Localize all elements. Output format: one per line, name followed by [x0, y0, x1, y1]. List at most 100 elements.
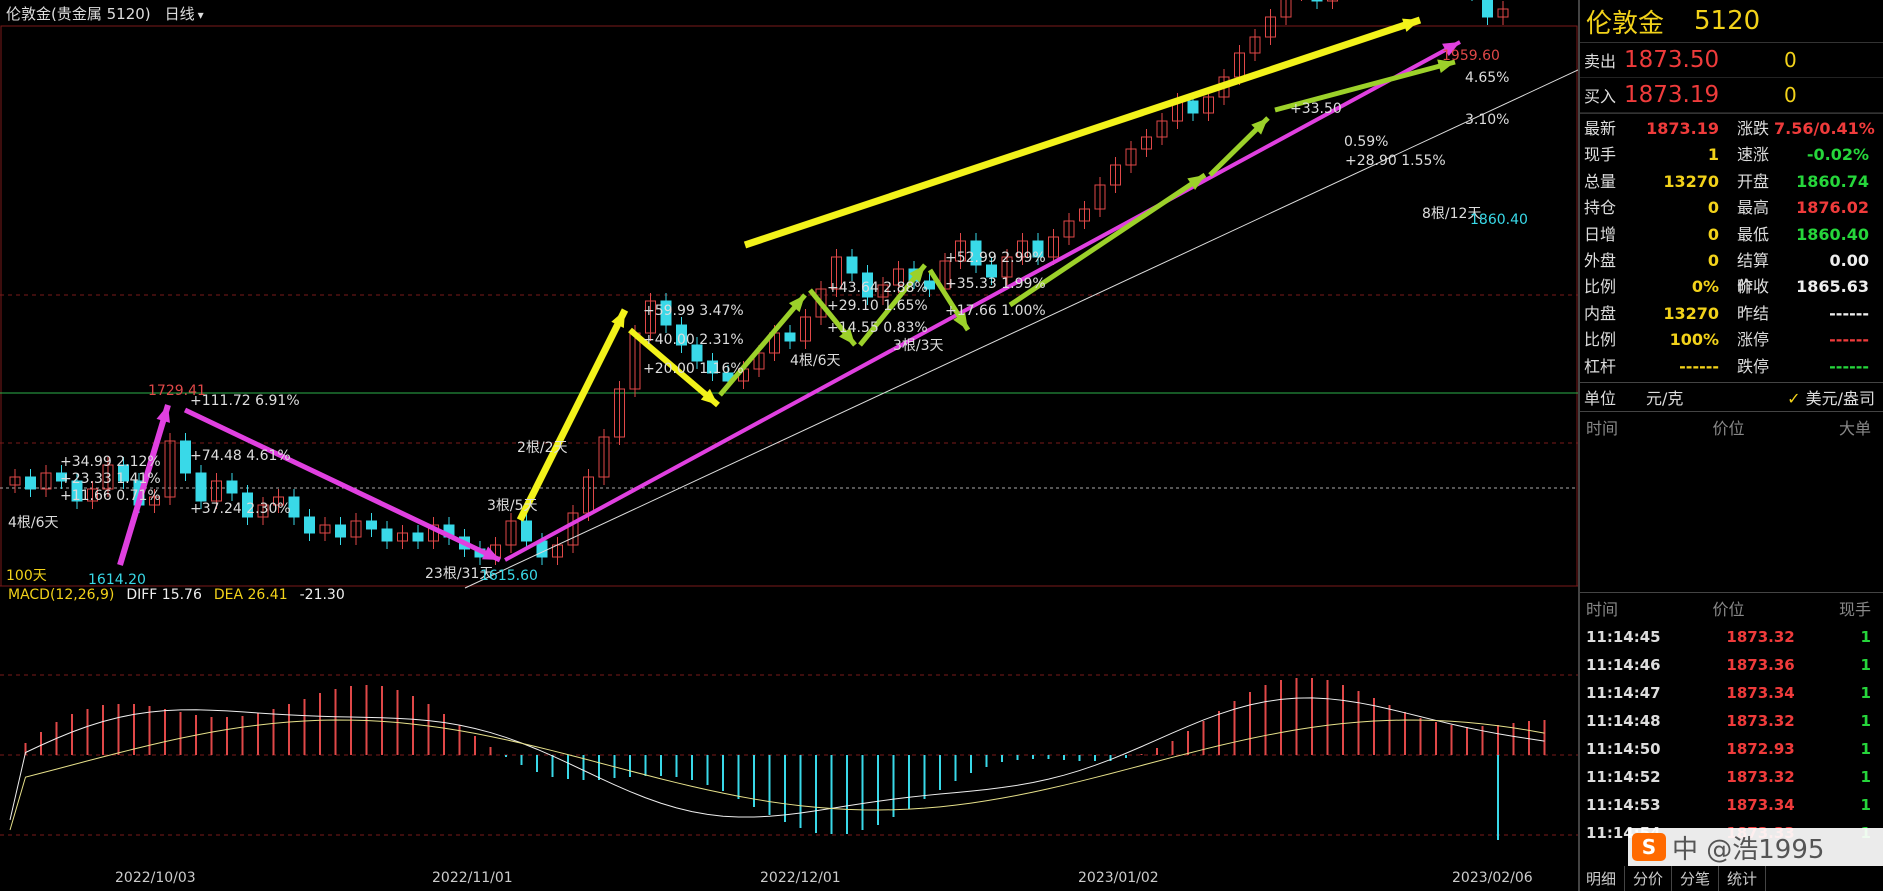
- quote-code: 5120: [1694, 6, 1761, 36]
- macd-diff-line: [9, 697, 1545, 821]
- field-value: 1865.63: [1796, 277, 1869, 297]
- annotation-label: +34.99 2.12%: [60, 454, 161, 470]
- tick-time: 11:14:48: [1586, 711, 1661, 730]
- candle: [381, 528, 393, 542]
- price-level-label: 1614.20: [88, 572, 146, 588]
- buy-price: 1873.19: [1624, 82, 1720, 108]
- field-value: 1876.02: [1796, 198, 1869, 218]
- field-value: 7.56/0.41%: [1774, 119, 1875, 138]
- annotation-label: +17.66 1.00%: [945, 303, 1046, 319]
- annotation-label: 2根/2天: [517, 440, 568, 456]
- tick-price: 1873.32: [1726, 767, 1795, 786]
- candle: [846, 256, 858, 274]
- price-level-label: 1959.60: [1442, 48, 1500, 64]
- kline-chart[interactable]: +111.72 6.91% +74.48 4.61% +37.24 2.30% +34…: [0, 0, 1578, 891]
- field-value: 0: [1707, 250, 1719, 270]
- annotation-label: +111.72 6.91%: [190, 393, 300, 409]
- field-value: 0%: [1691, 277, 1719, 297]
- field-value: 13270: [1663, 303, 1719, 323]
- annotation-label: +59.99 3.47%: [643, 303, 744, 319]
- field-label: 开盘: [1737, 171, 1770, 191]
- big-h-time: 时间: [1586, 418, 1619, 438]
- sell-qty: 0: [1784, 48, 1797, 72]
- candle: [412, 532, 424, 542]
- tab-tick[interactable]: 分笔: [1672, 866, 1720, 891]
- field-value: 1860.74: [1796, 171, 1869, 191]
- x-label-5: 2023/02/06: [1452, 870, 1533, 886]
- unit-option-checkbox[interactable]: ✓ 美元/盎司: [1787, 385, 1875, 409]
- tick-row: 11:14:48 1873.32 1: [1580, 707, 1883, 735]
- buy-row: 买入 1873.19 0: [1580, 78, 1883, 113]
- sell-label: 卖出: [1584, 52, 1617, 71]
- instrument-title: 伦敦金(贵金属 5120): [6, 4, 151, 23]
- tick-price: 1872.93: [1726, 739, 1795, 758]
- field-label: 外盘: [1584, 250, 1617, 270]
- period-label: 100天: [6, 568, 47, 584]
- macd-diff: DIFF 15.76: [126, 587, 202, 603]
- trend-arrow-head: [156, 405, 170, 423]
- field-label: 最新: [1584, 119, 1617, 138]
- field-value: 1: [1707, 145, 1719, 165]
- big-order-header: 时间 价位 大单: [1580, 412, 1883, 442]
- big-h-price: 价位: [1712, 418, 1745, 438]
- annotation-label: +43.64 2.88%: [827, 280, 928, 296]
- annotation-label: 3.10%: [1465, 112, 1509, 128]
- tick-list[interactable]: 时间 价位 现手 11:14:45 1873.32 1 11:14:46 1873.36…: [1580, 591, 1883, 847]
- tab-stats[interactable]: 统计: [1719, 866, 1767, 891]
- field-label: 最低: [1737, 224, 1770, 244]
- tab-price[interactable]: 分价: [1625, 866, 1673, 891]
- watermark-text: 中 @浩1995: [1672, 834, 1825, 865]
- field-label: 日增: [1584, 224, 1617, 244]
- price-level-label: 1729.41: [148, 383, 206, 399]
- candle: [521, 520, 532, 542]
- tick-row: 11:14:47 1873.34 1: [1580, 679, 1883, 707]
- macd-legend: MACD(12,26,9) DIFF 15.76 DEA 26.41 -21.3…: [8, 587, 345, 603]
- period-dropdown[interactable]: 日线: [165, 3, 204, 24]
- macd-title[interactable]: MACD(12,26,9): [8, 587, 114, 603]
- sell-price: 1873.50: [1624, 47, 1720, 73]
- field-value: ------: [1829, 330, 1869, 350]
- annotation-label: 4根/6天: [8, 515, 59, 531]
- tick-row: 11:14:52 1873.32 1: [1580, 763, 1883, 791]
- tick-price: 1873.32: [1726, 627, 1795, 646]
- field-label: 现手: [1584, 145, 1617, 165]
- field-label: 杠杆: [1584, 356, 1617, 376]
- buy-label: 买入: [1584, 87, 1617, 106]
- unit-label: 单位: [1584, 388, 1617, 408]
- annotation-label: 4.65%: [1465, 70, 1509, 86]
- annotation-label: +37.24 2.30%: [190, 501, 291, 517]
- watermark-logo: S: [1632, 833, 1666, 861]
- tick-time: 11:14:46: [1586, 655, 1661, 674]
- tick-qty: 1: [1860, 627, 1871, 646]
- annotation-label: 3根/5天: [487, 498, 538, 514]
- tick-row: 11:14:53 1873.34 1: [1580, 791, 1883, 819]
- macd-dea: DEA 26.41: [213, 587, 288, 603]
- macd-value: -21.30: [299, 587, 345, 603]
- tick-price: 1873.32: [1726, 711, 1795, 730]
- candle: [25, 476, 36, 490]
- field-label: 内盘: [1584, 303, 1617, 323]
- macd-dea-line: [9, 719, 1545, 831]
- tick-time: 11:14:45: [1586, 627, 1661, 646]
- field-label: 涨跌: [1737, 119, 1770, 138]
- buy-qty: 0: [1784, 83, 1797, 107]
- annotation-label: +35.33 1.99%: [945, 276, 1046, 292]
- field-label: 总量: [1584, 171, 1617, 191]
- quote-title: 伦敦金 5120: [1580, 0, 1883, 43]
- quote-name: 伦敦金: [1586, 8, 1665, 39]
- quote-panel: 伦敦金 5120 卖出 1873.50 0 买入 1873.19 0 最新 187…: [1578, 0, 1883, 891]
- tick-h-price: 价位: [1712, 599, 1745, 619]
- field-label: 速涨: [1737, 145, 1770, 165]
- annotation-label: 3根/3天: [893, 338, 944, 354]
- tab-detail[interactable]: 明细: [1578, 866, 1626, 891]
- chart-area[interactable]: +111.72 6.91% +74.48 4.61% +37.24 2.30% +34…: [0, 0, 1578, 891]
- field-value: 13270: [1663, 171, 1719, 191]
- tick-price: 1873.34: [1726, 683, 1795, 702]
- tick-time: 11:14:53: [1586, 795, 1661, 814]
- tick-header: 时间 价位 现手: [1580, 593, 1883, 623]
- tick-price: 1873.36: [1726, 655, 1795, 674]
- unit-value[interactable]: 元/克: [1646, 385, 1683, 409]
- annotation-label: +52.99 2.99%: [945, 250, 1046, 266]
- field-value: 0: [1707, 224, 1719, 244]
- watermark: S 中 @浩1995: [1628, 828, 1883, 866]
